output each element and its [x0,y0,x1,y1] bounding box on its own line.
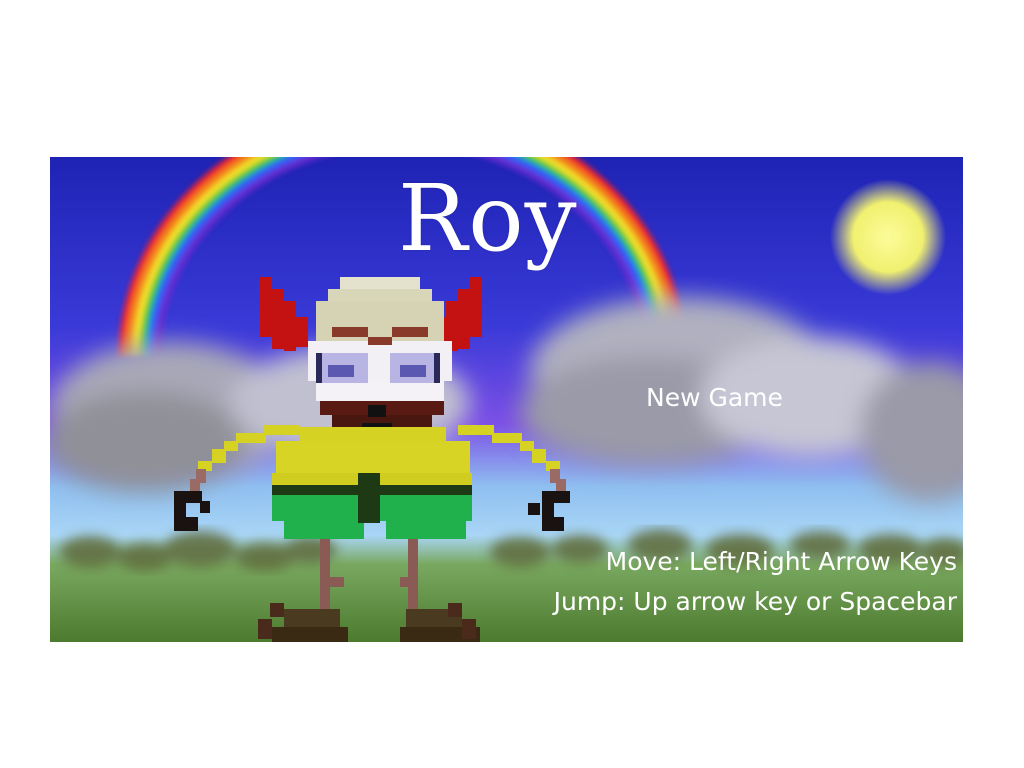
controls-instructions: Move: Left/Right Arrow Keys Jump: Up arr… [554,542,957,622]
roy-legs [320,539,418,609]
new-game-button[interactable]: New Game [646,383,783,412]
roy-feet [258,603,480,642]
move-instruction: Move: Left/Right Arrow Keys [605,547,957,576]
game-canvas: Roy New Game Move: Left/Right Arrow Keys… [50,157,963,642]
jump-instruction: Jump: Up arrow key or Spacebar [553,587,957,616]
game-title: Roy [398,165,578,272]
